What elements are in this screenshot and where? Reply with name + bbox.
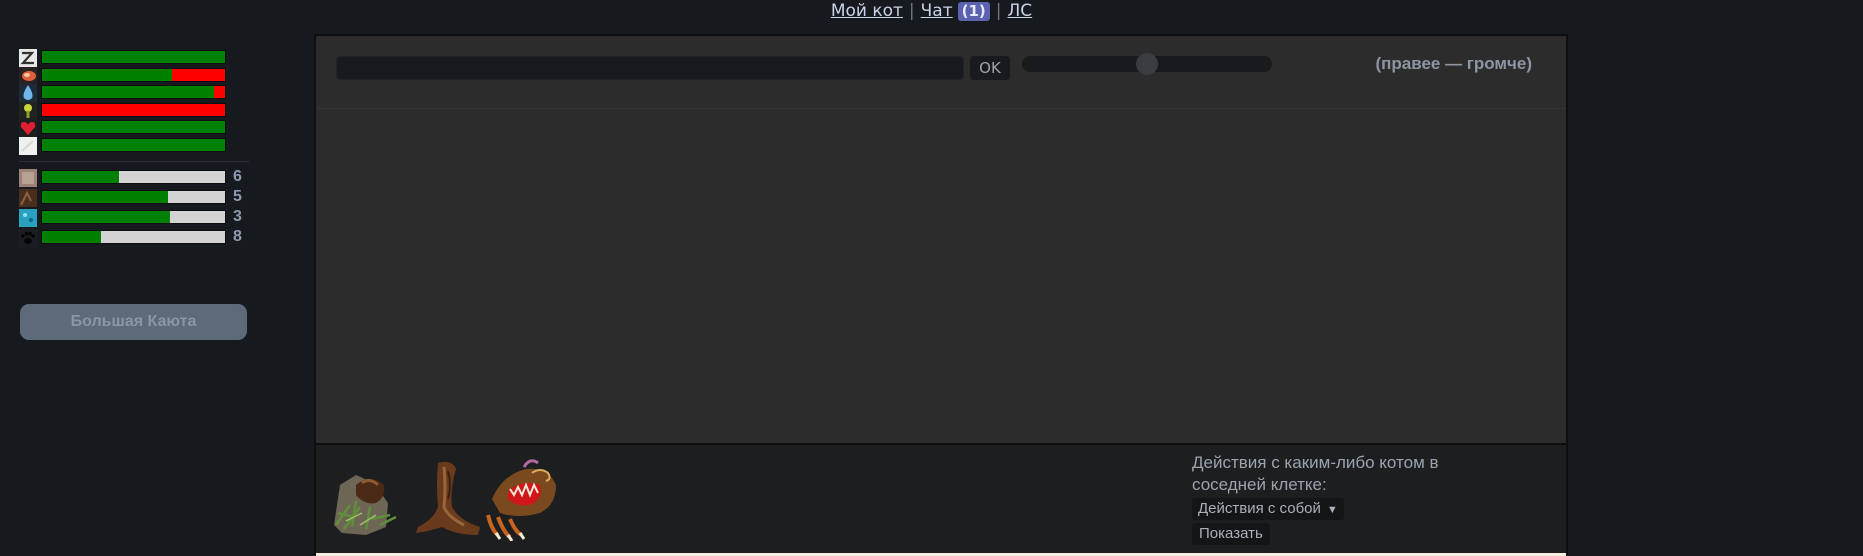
progress-fill: [42, 86, 215, 98]
skill-3-icon: [19, 209, 37, 227]
progress-fill: [42, 68, 172, 81]
progress-fill: [42, 211, 171, 223]
show-button[interactable]: Показать: [1192, 523, 1270, 545]
needs-list: [17, 49, 249, 156]
need-row: [17, 136, 249, 156]
progress-fill: [42, 231, 101, 243]
chat-message-input[interactable]: [336, 56, 964, 80]
skill-row: 6: [17, 168, 249, 188]
chat-link[interactable]: Чат: [921, 1, 953, 21]
need-row: [17, 84, 249, 103]
health-icon: [19, 119, 37, 137]
actions-label: Действия с каким-либо котом в соседней к…: [1192, 453, 1439, 494]
chevron-down-icon: ▼: [1326, 504, 1338, 516]
skills-list: 6 5 3 8: [17, 168, 249, 248]
water-icon: [19, 84, 37, 102]
pm-link[interactable]: ЛС: [1008, 1, 1033, 21]
need-progress-bar: [41, 120, 226, 134]
need-progress-bar: [41, 67, 226, 82]
need-progress-bar: [41, 50, 226, 64]
need-progress-bar: [41, 102, 226, 117]
skill-level: 6: [233, 168, 242, 185]
chat-unread-badge[interactable]: (1): [957, 2, 990, 21]
progress-fill: [42, 121, 225, 133]
sleep-icon: [19, 49, 37, 67]
skill-2-icon: [19, 189, 37, 207]
volume-hint: (правее — громче): [1375, 54, 1532, 73]
location-button[interactable]: Большая Каюта: [20, 304, 247, 340]
need-progress-bar: [41, 85, 226, 99]
claw-trap-item-icon[interactable]: [478, 455, 564, 542]
need-row: [17, 66, 249, 86]
actions-select-value: Действия с собой: [1198, 500, 1321, 517]
nav-separator: |: [908, 1, 915, 21]
need-row: [17, 101, 249, 121]
volume-slider-thumb[interactable]: [1136, 53, 1158, 75]
need-progress-bar: [41, 137, 226, 152]
progress-fill: [42, 191, 169, 203]
progress-fill: [42, 138, 225, 151]
inventory-panel: Действия с каким-либо котом в соседней к…: [314, 443, 1568, 556]
chat-area: [316, 109, 1566, 443]
skill-progress-bar: [41, 190, 226, 204]
progress-fill: [42, 171, 119, 183]
my-cat-link[interactable]: Мой кот: [831, 1, 903, 21]
actions-select[interactable]: Действия с собой ▼: [1192, 498, 1344, 520]
skill-progress-bar: [41, 230, 226, 244]
skill-row: 3: [17, 208, 249, 228]
need-row: [17, 119, 249, 138]
skill-level: 8: [233, 228, 242, 245]
cleanliness-icon: [19, 136, 37, 155]
stats-divider: [19, 161, 249, 162]
ok-button[interactable]: OK: [970, 56, 1010, 80]
paw-icon: [19, 229, 37, 247]
main-panel: OK (правее — громче): [314, 34, 1568, 443]
need-row: [17, 49, 249, 68]
skill-level: 3: [233, 208, 242, 225]
food-icon: [19, 66, 37, 85]
top-nav: Мой кот | Чат (1) | ЛС: [0, 0, 1863, 24]
stats-panel: 6 5 3 8: [17, 49, 249, 248]
chat-input-bar: OK (правее — громче): [316, 36, 1566, 109]
skill-1-icon: [19, 169, 37, 187]
grass-moss-item-icon[interactable]: [326, 455, 412, 541]
skill-level: 5: [233, 188, 242, 205]
progress-fill: [42, 51, 225, 63]
nav-separator: |: [995, 1, 1002, 21]
toilet-icon: [19, 101, 37, 120]
skill-progress-bar: [41, 170, 226, 184]
skill-row: 8: [17, 228, 249, 248]
skill-row: 5: [17, 188, 249, 208]
volume-slider[interactable]: [1022, 53, 1272, 75]
skill-progress-bar: [41, 210, 226, 224]
